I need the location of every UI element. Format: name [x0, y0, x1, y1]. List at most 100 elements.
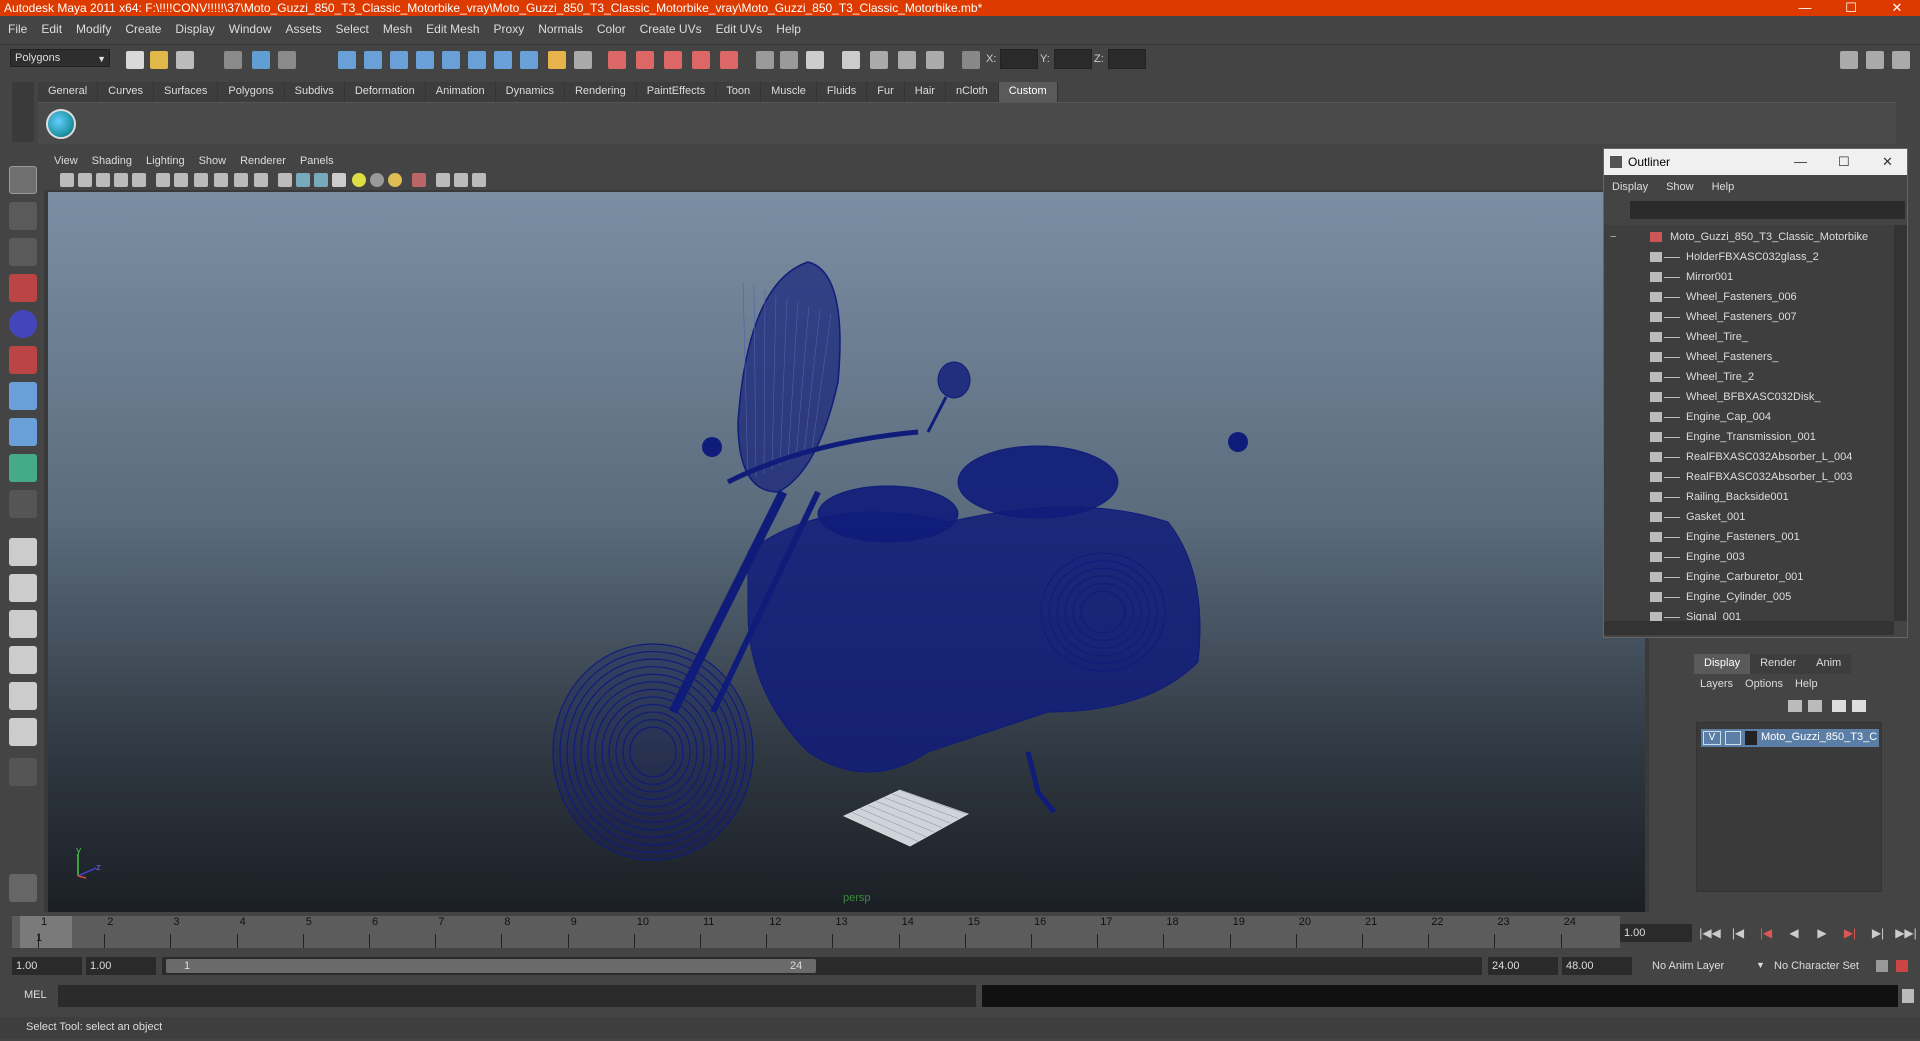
- minimize-button[interactable]: —: [1782, 0, 1828, 16]
- new-layer-icon[interactable]: [1788, 700, 1802, 712]
- command-input[interactable]: [58, 985, 976, 1007]
- layer-tab-display[interactable]: Display: [1694, 654, 1751, 674]
- texture-icon[interactable]: [332, 173, 346, 187]
- viewport-menu-renderer[interactable]: Renderer: [240, 155, 286, 167]
- shelf-tab-muscle[interactable]: Muscle: [761, 82, 817, 102]
- shelf-tab-subdivs[interactable]: Subdivs: [284, 82, 345, 102]
- paint-select-tool-icon[interactable]: [9, 238, 37, 266]
- menu-display[interactable]: Display: [175, 22, 214, 36]
- range-slider[interactable]: 1 24: [162, 957, 1482, 975]
- lasso-tool-icon[interactable]: [9, 202, 37, 230]
- anim-layer-chevron-icon[interactable]: ▼: [1756, 960, 1765, 970]
- menu-help[interactable]: Help: [776, 22, 801, 36]
- outliner-horizontal-scrollbar[interactable]: [1604, 621, 1894, 635]
- isolate-select-icon[interactable]: [412, 173, 426, 187]
- menu-proxy[interactable]: Proxy: [494, 22, 525, 36]
- field-chart-icon[interactable]: [214, 173, 228, 187]
- outliner-maximize-button[interactable]: ☐: [1838, 149, 1850, 175]
- film-gate-icon[interactable]: [156, 173, 170, 187]
- new-scene-icon[interactable]: [126, 51, 144, 69]
- viewport-menu-view[interactable]: View: [54, 155, 78, 167]
- high-quality-icon[interactable]: [388, 173, 402, 187]
- toggle-attribute-editor-icon[interactable]: [1840, 51, 1858, 69]
- layer-type-toggle[interactable]: [1725, 731, 1741, 745]
- grid-toggle-icon[interactable]: [132, 173, 146, 187]
- step-forward-key-icon[interactable]: ▶|: [1836, 922, 1864, 944]
- shelf-tab-rendering[interactable]: Rendering: [564, 82, 637, 102]
- construction-history-icon[interactable]: [608, 51, 626, 69]
- outliner-item[interactable]: Railing_Backside001: [1604, 487, 1894, 507]
- menu-mesh[interactable]: Mesh: [383, 22, 412, 36]
- shelf-tab-fur[interactable]: Fur: [867, 82, 905, 102]
- scale-tool-icon[interactable]: [9, 346, 37, 374]
- outliner-menu-help[interactable]: Help: [1712, 181, 1735, 193]
- rotate-tool-icon[interactable]: [9, 310, 37, 338]
- menu-assets[interactable]: Assets: [285, 22, 321, 36]
- character-set-select[interactable]: No Character Set: [1774, 960, 1859, 972]
- outliner-vertical-scrollbar[interactable]: [1894, 225, 1907, 621]
- camera-select-icon[interactable]: [60, 173, 74, 187]
- resolution-gate-icon[interactable]: [174, 173, 188, 187]
- menu-edit-uvs[interactable]: Edit UVs: [716, 22, 763, 36]
- snap-icon[interactable]: [468, 51, 486, 69]
- tool-settings-icon[interactable]: [842, 51, 860, 69]
- snap-view-plane-icon[interactable]: [416, 51, 434, 69]
- render-current-icon[interactable]: [636, 51, 654, 69]
- viewport-menu-panels[interactable]: Panels: [300, 155, 334, 167]
- shelf-menu-handle[interactable]: [12, 82, 34, 142]
- outliner-minimize-button[interactable]: —: [1794, 149, 1807, 175]
- menu-file[interactable]: File: [8, 22, 27, 36]
- menu-edit[interactable]: Edit: [41, 22, 62, 36]
- menu-create[interactable]: Create: [125, 22, 161, 36]
- outliner-close-button[interactable]: ✕: [1882, 149, 1893, 175]
- shelf-tab-hair[interactable]: Hair: [904, 82, 946, 102]
- select-by-hierarchy-icon[interactable]: [224, 51, 242, 69]
- menu-select[interactable]: Select: [335, 22, 368, 36]
- outliner-item[interactable]: Wheel_Tire_2: [1604, 367, 1894, 387]
- open-scene-icon[interactable]: [150, 51, 168, 69]
- select-by-object-icon[interactable]: [252, 51, 270, 69]
- camera-attributes-icon[interactable]: [78, 173, 92, 187]
- outliner-item[interactable]: RealFBXASC032Absorber_L_003: [1604, 467, 1894, 487]
- persp-uv-layout-icon[interactable]: [9, 718, 37, 746]
- select-by-component-icon[interactable]: [278, 51, 296, 69]
- custom-shelf-button-icon[interactable]: [46, 109, 76, 139]
- layer-move-up-icon[interactable]: [1832, 700, 1846, 712]
- shelf-tab-fluids[interactable]: Fluids: [816, 82, 868, 102]
- last-tool-icon[interactable]: [9, 490, 37, 518]
- outliner-root-item[interactable]: − Moto_Guzzi_850_T3_Classic_Motorbike: [1604, 227, 1894, 247]
- shelf-tab-animation[interactable]: Animation: [425, 82, 496, 102]
- outliner-item[interactable]: Engine_003: [1604, 547, 1894, 567]
- save-scene-icon[interactable]: [176, 51, 194, 69]
- new-layer-selected-icon[interactable]: [1808, 700, 1822, 712]
- persp-outliner-layout-icon[interactable]: [9, 610, 37, 638]
- menu-color[interactable]: Color: [597, 22, 626, 36]
- outliner-item[interactable]: HolderFBXASC032glass_2: [1604, 247, 1894, 267]
- outliner-item[interactable]: Wheel_Fasteners_: [1604, 347, 1894, 367]
- current-frame-field[interactable]: 1.00: [1620, 924, 1692, 942]
- menu-set-select[interactable]: Polygons ▼: [10, 49, 110, 67]
- ipr-render-icon[interactable]: [664, 51, 682, 69]
- layer-color-swatch[interactable]: [1745, 731, 1757, 745]
- absolute-transform-icon[interactable]: [898, 51, 916, 69]
- outliner-menu-show[interactable]: Show: [1666, 181, 1694, 193]
- viewport-menu-show[interactable]: Show: [199, 155, 227, 167]
- channel-box-icon[interactable]: [780, 51, 798, 69]
- show-editor-icon[interactable]: [756, 51, 774, 69]
- outliner-menu-display[interactable]: Display: [1612, 181, 1648, 193]
- gate-mask-icon[interactable]: [194, 173, 208, 187]
- shelf-tab-deformation[interactable]: Deformation: [344, 82, 426, 102]
- collapse-icon[interactable]: −: [1610, 227, 1616, 247]
- layer-tab-render[interactable]: Render: [1750, 654, 1807, 674]
- shelf-tab-polygons[interactable]: Polygons: [218, 82, 285, 102]
- animation-preferences-icon[interactable]: [1896, 960, 1908, 972]
- layer-menu-help[interactable]: Help: [1795, 678, 1818, 690]
- z-field[interactable]: [1108, 49, 1146, 69]
- snap-grid-icon[interactable]: [338, 51, 356, 69]
- wireframe-on-shaded-icon[interactable]: [314, 173, 328, 187]
- layer-menu-layers[interactable]: Layers: [1700, 678, 1733, 690]
- persp-graph-layout-icon[interactable]: [9, 646, 37, 674]
- layer-row[interactable]: V Moto_Guzzi_850_T3_Classic_Motorbike: [1701, 729, 1879, 747]
- y-field[interactable]: [1054, 49, 1092, 69]
- outliner-item[interactable]: Wheel_Tire_: [1604, 327, 1894, 347]
